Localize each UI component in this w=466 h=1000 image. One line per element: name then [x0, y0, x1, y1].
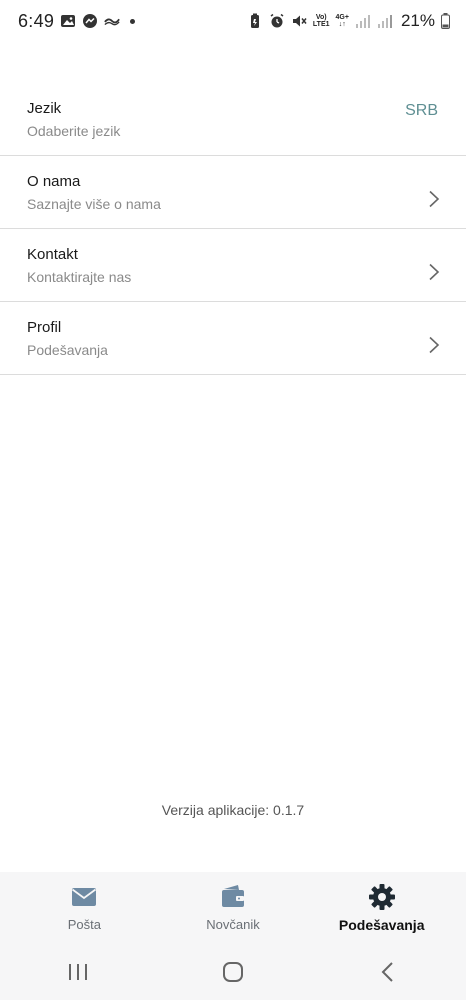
setting-profile[interactable]: Profil Podešavanja [0, 302, 466, 375]
mute-icon [292, 15, 307, 27]
back-button[interactable] [368, 952, 408, 992]
setting-language[interactable]: Jezik Odaberite jezik SRB [0, 83, 466, 156]
battery-percent: 21% [400, 11, 435, 30]
gear-icon [368, 884, 395, 910]
chevron-right-icon [429, 190, 440, 208]
status-time: 6:49 [18, 10, 55, 31]
recent-apps-button[interactable] [58, 952, 98, 992]
setting-title: Profil [27, 319, 62, 336]
setting-subtitle: Podešavanja [27, 342, 108, 358]
tab-wallet[interactable]: Novčanik [159, 872, 308, 932]
recent-apps-icon [68, 964, 87, 980]
home-icon [222, 962, 243, 982]
notification-dot [130, 18, 136, 24]
setting-subtitle: Odaberite jezik [27, 123, 121, 139]
mail-icon [72, 888, 97, 906]
messenger-icon [83, 14, 98, 28]
gallery-icon [61, 15, 76, 27]
status-bar: 6:49 Vo) LTE1 4G+ ↓↑ 21% [0, 0, 466, 42]
app-wave-icon [104, 18, 121, 26]
setting-subtitle: Saznajte više o nama [27, 196, 161, 212]
tab-label: Podešavanja [338, 917, 425, 933]
battery-icon [441, 13, 450, 29]
language-value[interactable]: SRB [405, 102, 438, 120]
chevron-right-icon [429, 336, 440, 354]
volte-indicator: Vo) LTE1 [312, 14, 330, 28]
signal-icon [355, 15, 370, 28]
status-left: 6:49 [18, 10, 136, 32]
tab-label: Novčanik [206, 917, 260, 932]
tab-settings[interactable]: Podešavanja [307, 872, 456, 933]
app-version: Verzija aplikacije: 0.1.7 [161, 802, 305, 818]
tab-mail[interactable]: Pošta [10, 872, 159, 932]
alarm-icon [270, 13, 284, 28]
status-right: Vo) LTE1 4G+ ↓↑ 21% [247, 11, 450, 31]
setting-about-us[interactable]: O nama Saznajte više o nama [0, 156, 466, 229]
setting-subtitle: Kontaktirajte nas [27, 269, 132, 285]
wallet-icon [222, 885, 244, 907]
battery-saver-icon [250, 13, 259, 28]
signal-secondary-icon [377, 15, 392, 28]
home-button[interactable] [213, 952, 253, 992]
setting-title: Jezik [27, 100, 62, 117]
settings-list: Jezik Odaberite jezik SRB O nama Saznajt… [0, 83, 466, 375]
setting-title: Kontakt [27, 246, 78, 263]
system-nav-bar [0, 944, 466, 1000]
chevron-right-icon [429, 263, 440, 281]
back-icon [381, 962, 394, 982]
setting-title: O nama [27, 173, 81, 190]
tab-label: Pošta [67, 917, 101, 932]
network-type-indicator: 4G+ ↓↑ [335, 14, 349, 28]
bottom-tab-bar: Pošta Novčanik Podešavanja [0, 872, 466, 944]
setting-contact[interactable]: Kontakt Kontaktirajte nas [0, 229, 466, 302]
